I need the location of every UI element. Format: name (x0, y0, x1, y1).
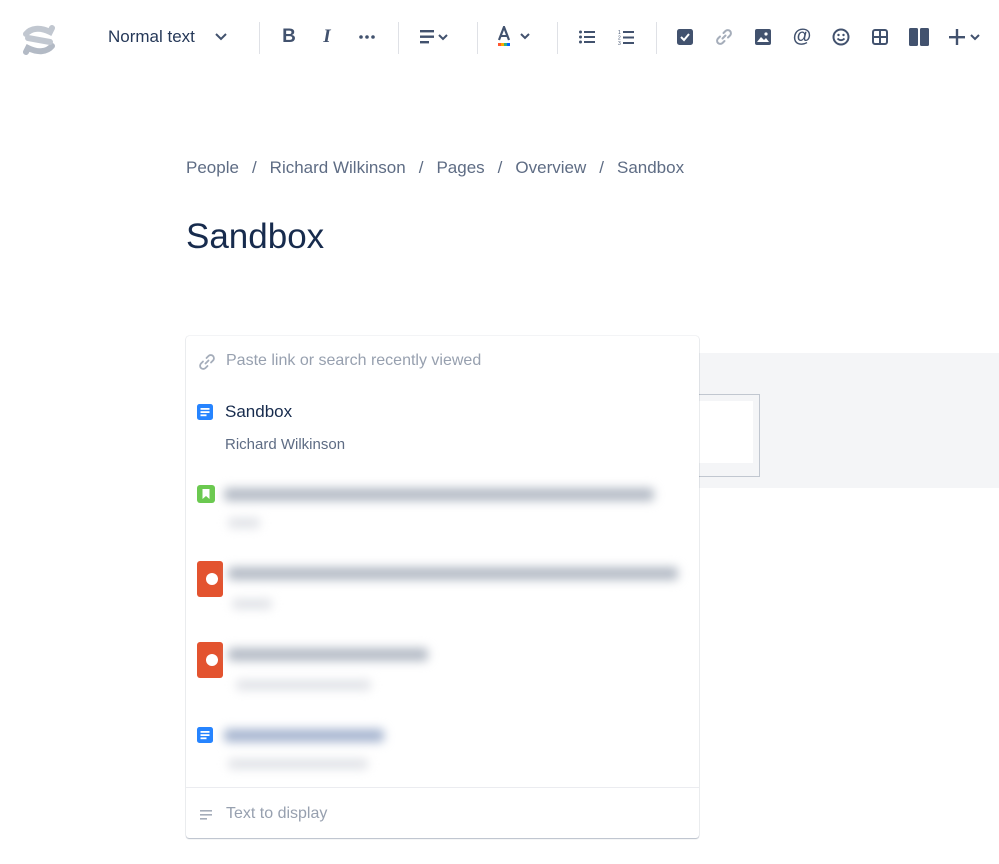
emoji-icon (832, 28, 850, 46)
result-title: Sandbox (225, 402, 293, 421)
breadcrumb-item[interactable]: People (186, 158, 239, 177)
result-item[interactable] (186, 719, 699, 779)
breadcrumb-item[interactable]: Pages (436, 158, 484, 177)
link-search-row (186, 336, 699, 386)
toolbar-divider (656, 22, 657, 54)
layout-icon (909, 28, 929, 46)
image-button[interactable] (751, 22, 775, 52)
text-style-dropdown[interactable]: Normal text (100, 22, 248, 52)
breadcrumb: People / Richard Wilkinson / Pages / Overview /… (186, 158, 684, 178)
bold-button[interactable]: B (276, 22, 302, 52)
breadcrumb-separator: / (251, 158, 257, 177)
breadcrumb-item[interactable]: Richard Wilkinson (270, 158, 406, 177)
confluence-logo[interactable] (22, 24, 56, 56)
more-formatting-button[interactable] (354, 22, 380, 52)
toolbar-divider (557, 22, 558, 54)
record-icon (197, 642, 223, 683)
page-title[interactable]: Sandbox (186, 217, 324, 257)
result-item[interactable] (186, 551, 699, 621)
link-icon (198, 353, 216, 376)
alignment-dropdown[interactable] (414, 22, 456, 52)
table-button[interactable] (868, 22, 892, 52)
numbered-list-icon: 1 2 3 (618, 30, 634, 45)
editor-toolbar: Normal text B I 1 2 3 @ (0, 0, 999, 74)
result-item-sandbox[interactable]: Sandbox Richard Wilkinson (186, 396, 699, 461)
link-icon (716, 29, 732, 45)
table-icon (872, 29, 888, 45)
page-icon (197, 727, 213, 748)
text-style-label: Normal text (108, 27, 195, 46)
bullet-list-button[interactable] (575, 22, 599, 52)
breadcrumb-separator: / (497, 158, 503, 177)
blog-icon (197, 485, 215, 508)
breadcrumb-separator: / (599, 158, 604, 177)
insert-more-dropdown[interactable] (946, 22, 988, 52)
svg-text:3: 3 (618, 41, 621, 45)
result-subtitle: Richard Wilkinson (225, 436, 346, 453)
text-color-dropdown[interactable] (495, 22, 535, 52)
link-button[interactable] (712, 22, 736, 52)
content-block-panel (699, 401, 753, 463)
numbered-list-button[interactable]: 1 2 3 (614, 22, 638, 52)
result-item[interactable] (186, 634, 699, 704)
toolbar-divider (259, 22, 260, 54)
italic-icon: I (323, 26, 331, 47)
link-search-input[interactable] (226, 350, 676, 372)
toolbar-divider (398, 22, 399, 54)
chevron-down-icon (215, 33, 227, 41)
page-icon (197, 404, 213, 425)
task-icon (677, 29, 693, 45)
align-icon (420, 30, 448, 44)
bullet-list-icon (579, 30, 595, 44)
breadcrumb-separator: / (418, 158, 424, 177)
action-item-button[interactable] (673, 22, 697, 52)
text-lines-icon (200, 808, 214, 826)
bold-icon: B (282, 26, 296, 47)
emoji-button[interactable] (829, 22, 853, 52)
record-icon (197, 561, 223, 602)
more-icon (359, 35, 375, 39)
breadcrumb-item[interactable]: Overview (515, 158, 586, 177)
insert-icon (949, 29, 980, 45)
layout-button[interactable] (907, 22, 931, 52)
text-to-display-row (186, 787, 699, 839)
mention-icon: @ (792, 26, 812, 47)
italic-button[interactable]: I (314, 22, 340, 52)
breadcrumb-item[interactable]: Sandbox (617, 158, 684, 177)
text-color-icon (497, 26, 530, 46)
text-to-display-input[interactable] (226, 803, 676, 825)
mention-button[interactable]: @ (790, 22, 814, 52)
toolbar-divider (477, 22, 478, 54)
link-picker-popup: Sandbox Richard Wilkinson (186, 336, 699, 838)
result-item[interactable] (186, 476, 699, 538)
image-icon (755, 29, 771, 45)
